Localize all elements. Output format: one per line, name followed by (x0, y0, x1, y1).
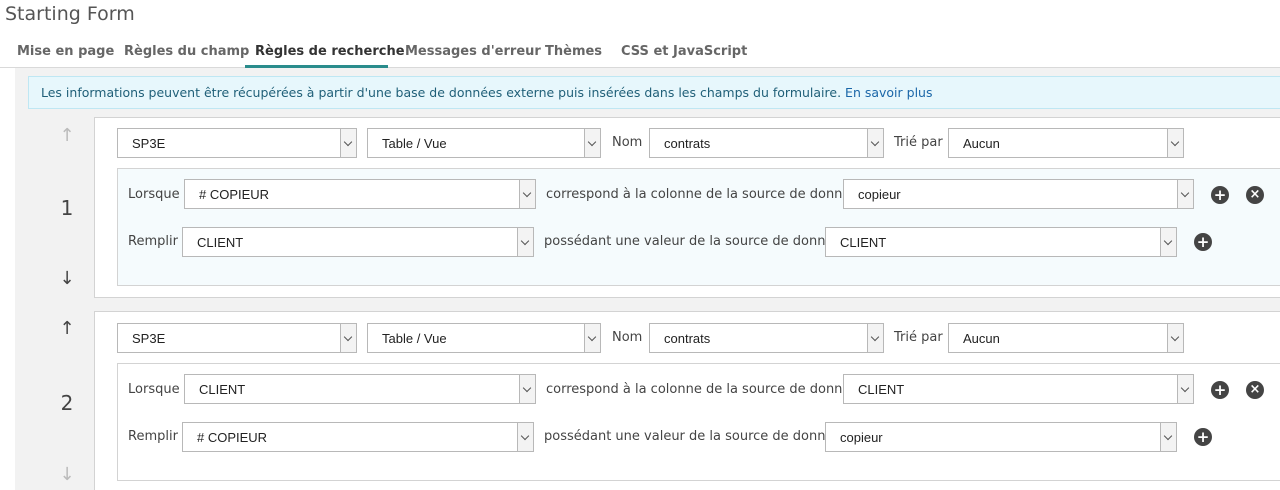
tab-messages-erreur[interactable]: Messages d'erreur (405, 44, 541, 59)
learn-more-link[interactable]: En savoir plus (845, 85, 932, 100)
correspond-label: correspond à la colonne de la source de … (546, 382, 866, 397)
arrow-up-icon: ↑ (59, 125, 75, 146)
lorsque-column-select[interactable]: copieur (843, 179, 1194, 209)
lorsque-column-select[interactable]: CLIENT (843, 374, 1194, 404)
chevron-down-icon (1160, 228, 1176, 256)
tab-regles-du-champ[interactable]: Règles du champ (124, 44, 249, 59)
lorsque-field-select[interactable]: CLIENT (184, 374, 536, 404)
source-select[interactable]: SP3E (117, 323, 357, 353)
chevron-down-icon (584, 129, 600, 157)
lorsque-label: Lorsque (128, 187, 180, 202)
chevron-down-icon (517, 423, 533, 451)
tab-regles-de-recherche[interactable]: Règles de recherche (255, 44, 405, 59)
trie-par-select[interactable]: Aucun (948, 128, 1184, 158)
lorsque-field-select[interactable]: # COPIEUR (184, 179, 536, 209)
rule-number: 1 (60, 196, 74, 220)
plus-circle-icon[interactable]: + (1194, 233, 1212, 251)
nom-label: Nom (612, 330, 643, 345)
page-title: Starting Form (5, 3, 135, 25)
remplir-value-select[interactable]: copieur (825, 422, 1177, 452)
plus-circle-icon[interactable]: + (1211, 186, 1229, 204)
info-banner: Les informations peuvent être récupérées… (28, 76, 1280, 109)
possedant-label: possédant une valeur de la source de don… (544, 429, 849, 444)
chevron-down-icon (867, 129, 883, 157)
remplir-label: Remplir (128, 429, 178, 444)
tab-css-javascript[interactable]: CSS et JavaScript (621, 44, 747, 59)
plus-circle-icon[interactable]: + (1194, 428, 1212, 446)
chevron-down-icon (1160, 423, 1176, 451)
remplir-field-select[interactable]: # COPIEUR (182, 422, 534, 452)
plus-circle-icon[interactable]: + (1211, 381, 1229, 399)
rule-number: 2 (60, 391, 74, 415)
source-select[interactable]: SP3E (117, 128, 357, 158)
tab-bar: Mise en page Règles du champ Règles de r… (0, 38, 1280, 68)
chevron-down-icon (584, 324, 600, 352)
trie-par-label: Trié par (894, 330, 943, 345)
trie-par-label: Trié par (894, 135, 943, 150)
info-text: Les informations peuvent être récupérées… (41, 85, 842, 100)
remplir-value-select[interactable]: CLIENT (825, 227, 1177, 257)
chevron-down-icon (517, 228, 533, 256)
arrow-down-icon[interactable]: ↓ (57, 270, 77, 288)
chevron-down-icon (1167, 324, 1183, 352)
type-select[interactable]: Table / Vue (367, 128, 601, 158)
nom-select[interactable]: contrats (649, 323, 884, 353)
arrow-up-icon[interactable]: ↑ (57, 320, 77, 338)
chevron-down-icon (867, 324, 883, 352)
chevron-down-icon (1177, 180, 1193, 208)
possedant-label: possédant une valeur de la source de don… (544, 234, 849, 249)
remplir-label: Remplir (128, 234, 178, 249)
close-circle-icon[interactable]: × (1246, 381, 1264, 399)
nom-select[interactable]: contrats (649, 128, 884, 158)
tab-mise-en-page[interactable]: Mise en page (17, 44, 114, 59)
arrow-down-icon: ↓ (59, 464, 75, 485)
chevron-down-icon (340, 324, 356, 352)
trie-par-select[interactable]: Aucun (948, 323, 1184, 353)
chevron-down-icon (519, 180, 535, 208)
chevron-down-icon (340, 129, 356, 157)
close-circle-icon[interactable]: × (1246, 186, 1264, 204)
type-select[interactable]: Table / Vue (367, 323, 601, 353)
lorsque-label: Lorsque (128, 382, 180, 397)
tab-themes[interactable]: Thèmes (545, 44, 602, 59)
chevron-down-icon (519, 375, 535, 403)
chevron-down-icon (1167, 129, 1183, 157)
nom-label: Nom (612, 135, 643, 150)
correspond-label: correspond à la colonne de la source de … (546, 187, 866, 202)
chevron-down-icon (1177, 375, 1193, 403)
remplir-field-select[interactable]: CLIENT (182, 227, 534, 257)
